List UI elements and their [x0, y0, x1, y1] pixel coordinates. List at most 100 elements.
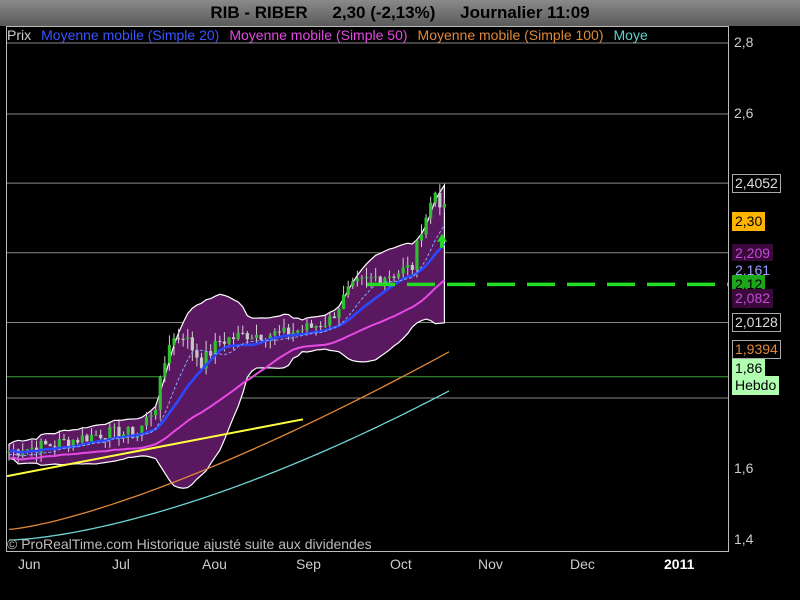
candle-body [149, 415, 153, 417]
candle-body [89, 434, 94, 442]
candle-body [30, 447, 34, 450]
price-badge: Hebdo [732, 376, 780, 395]
candle-body [167, 344, 172, 364]
candle-body [186, 337, 190, 340]
candle-body [387, 276, 392, 279]
candle-body [323, 325, 327, 327]
candle-body [300, 330, 304, 332]
candle-body [76, 439, 80, 443]
price-badge: 2,082 [732, 288, 774, 308]
x-tick-label: Nov [478, 556, 503, 572]
candle-body [190, 337, 194, 351]
x-tick-label: Jul [112, 556, 130, 572]
candle-body [154, 409, 158, 416]
candle-body [44, 440, 48, 445]
candle-body [172, 338, 176, 345]
candle-body [48, 444, 52, 447]
candle-body [195, 350, 199, 358]
candle-body [337, 308, 341, 319]
legend-item: Moye [613, 27, 648, 43]
candle-body [199, 357, 204, 369]
symbol-title: RIB - RIBER [210, 3, 308, 22]
candle-body [176, 338, 181, 340]
candle-body [319, 326, 323, 328]
candle-body [181, 338, 185, 340]
x-tick-label: Jun [18, 556, 41, 572]
candle-body [99, 434, 103, 439]
legend-item: Prix [7, 27, 32, 43]
candle-body [341, 294, 346, 309]
candle-body [374, 276, 378, 278]
candle-body [241, 332, 245, 334]
candle-body [94, 434, 98, 436]
x-tick-label: Sep [296, 556, 321, 572]
candle-body [378, 276, 382, 284]
candle-body [429, 202, 433, 218]
candle-body [419, 234, 424, 241]
candle-body [250, 338, 254, 340]
y-tick-label: 2,6 [734, 105, 754, 121]
candle-body [396, 273, 401, 278]
time-axis[interactable]: Jun Jul Aou Sep Oct Nov Dec 2011 [0, 552, 800, 582]
candle-body [410, 265, 414, 270]
candle-body [351, 281, 355, 287]
candle-body [296, 330, 300, 333]
price-change: 2,30 (-2,13%) [332, 3, 436, 22]
candle-body [369, 277, 373, 279]
candle-body [163, 363, 167, 377]
candle-body [227, 337, 231, 344]
candle-body [53, 446, 57, 448]
price-chart[interactable] [7, 27, 728, 551]
candle-body [392, 276, 396, 278]
plot-area[interactable]: Prix Moyenne mobile (Simple 20) Moyenne mo… [6, 26, 729, 552]
candle-body [305, 323, 309, 331]
y-tick-label: 2,8 [734, 34, 754, 50]
candle-body [406, 265, 410, 268]
candle-body [424, 217, 428, 235]
price-badge: 2,4052 [732, 174, 781, 194]
period-label: Journalier 11:09 [460, 3, 590, 22]
x-tick-label: Dec [570, 556, 595, 572]
candle-body [282, 327, 286, 333]
x-tick-label: Aou [202, 556, 227, 572]
candle-body [254, 334, 259, 339]
candle-body [112, 426, 117, 428]
legend-item: Moyenne mobile (Simple 50) [229, 27, 408, 43]
candle-body [438, 192, 442, 208]
candle-body [360, 277, 364, 279]
candle-body [314, 326, 318, 328]
candle-body [309, 323, 314, 328]
legend-item: Moyenne mobile (Simple 20) [41, 27, 220, 43]
candle-body [364, 277, 369, 279]
candle-body [328, 316, 332, 326]
candle-body [62, 439, 66, 441]
candle-body [85, 435, 89, 442]
legend: Prix Moyenne mobile (Simple 20) Moyenne mo… [7, 27, 658, 43]
candle-body [259, 334, 263, 340]
candle-body [332, 316, 337, 319]
candle-body [57, 439, 62, 448]
candle-body [236, 332, 240, 340]
price-badge: 1,9394 [732, 339, 781, 359]
price-badge: 2,0128 [732, 313, 781, 333]
candle-body [158, 376, 162, 410]
candle-body [218, 341, 222, 343]
candle-body [415, 240, 419, 270]
x-tick-label: Oct [390, 556, 412, 572]
candle-body [346, 286, 350, 295]
candle-body [355, 278, 359, 282]
copyright-note: © ProRealTime.com Historique ajusté suit… [7, 536, 372, 552]
candle-body [442, 204, 447, 208]
price-badge: 2,30 [732, 211, 766, 231]
chart-header: RIB - RIBER 2,30 (-2,13%) Journalier 11:… [0, 0, 800, 26]
candle-body [245, 333, 249, 340]
candle-body [433, 192, 437, 203]
candle-body [80, 435, 84, 443]
y-tick-label: 1,6 [734, 460, 754, 476]
x-tick-label: 2011 [664, 556, 695, 572]
candle-body [144, 416, 149, 426]
candle-body [222, 341, 227, 344]
candle-body [401, 267, 405, 274]
candle-body [231, 337, 236, 340]
legend-item: Moyenne mobile (Simple 100) [417, 27, 604, 43]
